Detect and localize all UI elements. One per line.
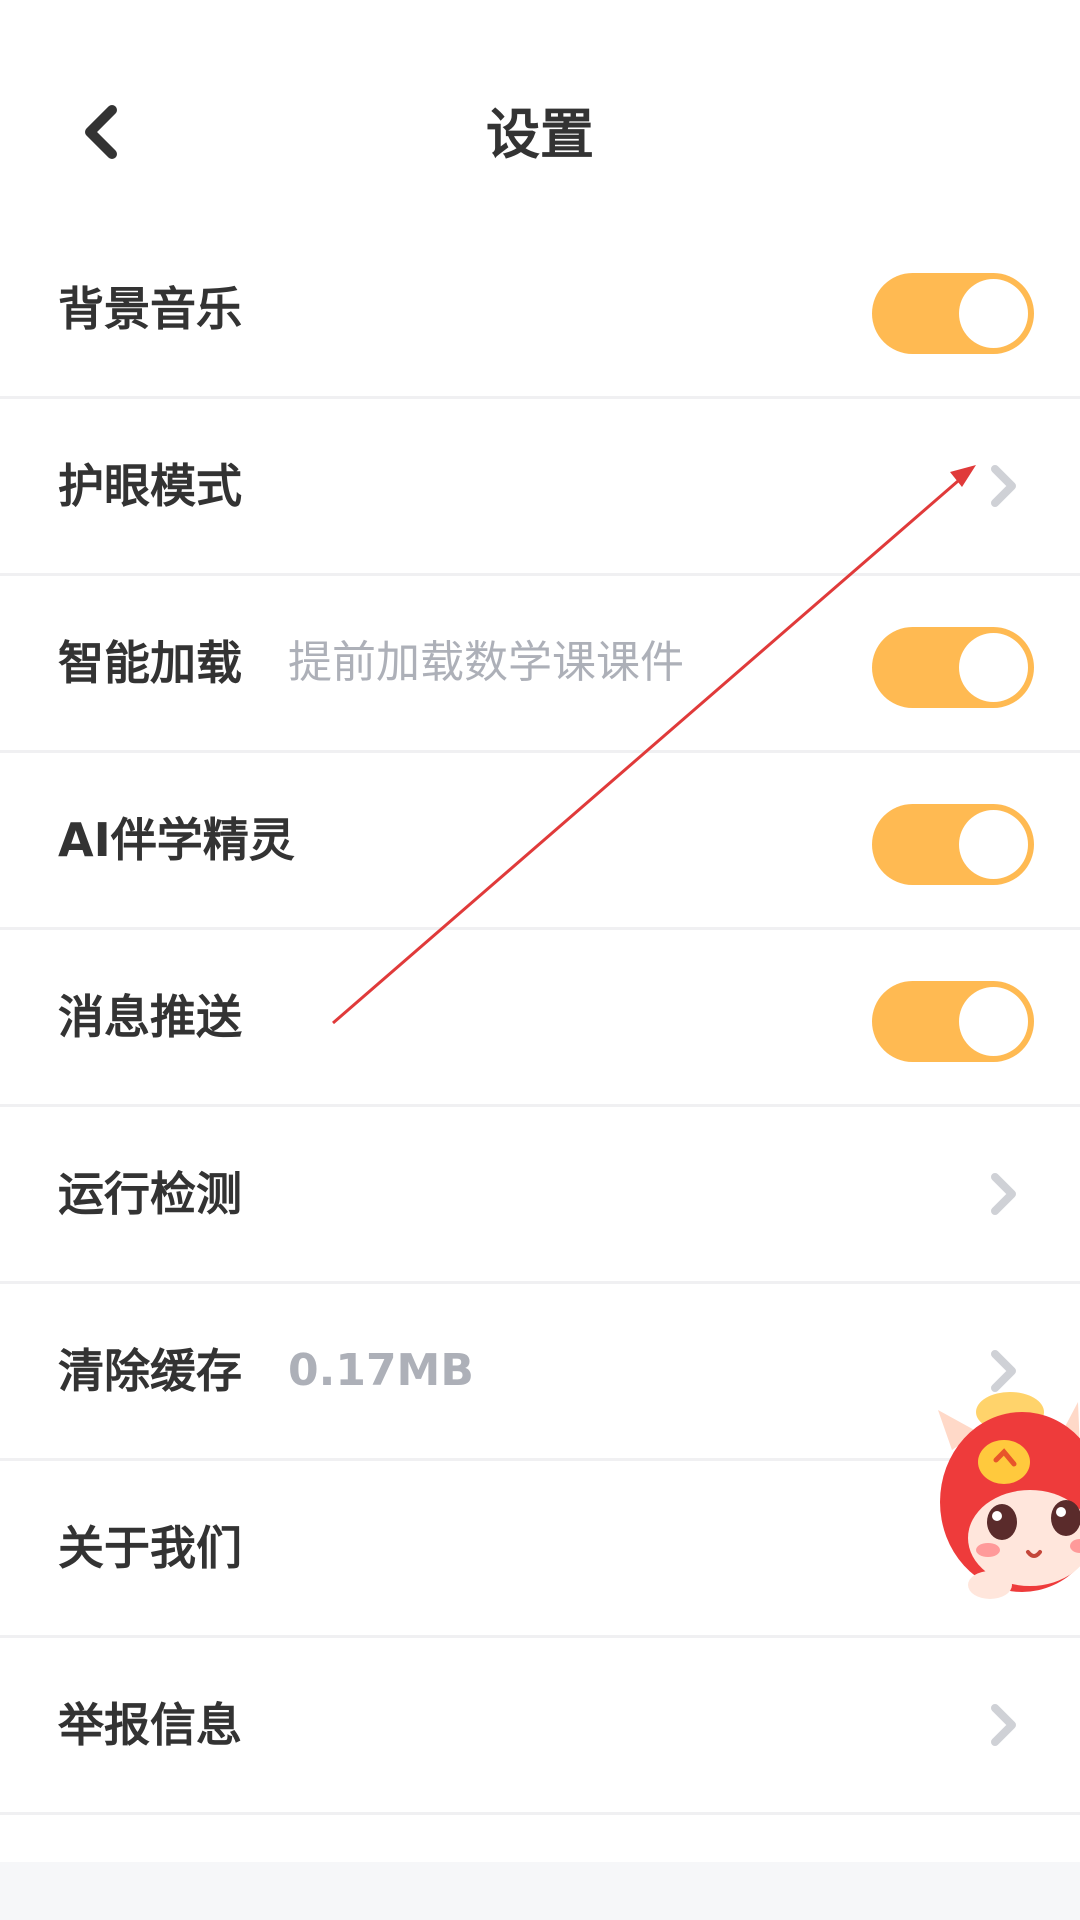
setting-label: 关于我们 (58, 1521, 242, 1575)
page-title: 设置 (486, 103, 594, 166)
background-music-toggle[interactable] (872, 273, 1034, 354)
chevron-right-icon (978, 1169, 1028, 1219)
setting-row-eye-care[interactable]: 护眼模式 (0, 399, 1080, 576)
setting-row-clear-cache[interactable]: 清除缓存 0.17MB (0, 1284, 1080, 1461)
setting-row-run-check[interactable]: 运行检测 (0, 1107, 1080, 1284)
setting-row-ai-companion: AI伴学精灵 (0, 753, 1080, 930)
push-notifications-toggle[interactable] (872, 981, 1034, 1062)
toggle-knob (959, 279, 1028, 348)
toggle-knob (959, 810, 1028, 879)
smart-loading-toggle[interactable] (872, 627, 1034, 708)
setting-row-about-us[interactable]: 关于我们 (0, 1461, 1080, 1638)
setting-label: 背景音乐 (58, 282, 242, 336)
cache-size-value: 0.17MB (288, 1345, 474, 1396)
chevron-right-icon (978, 461, 1028, 511)
header: 设置 (0, 0, 1080, 222)
ai-companion-toggle[interactable] (872, 804, 1034, 885)
setting-row-background-music: 背景音乐 (0, 222, 1080, 399)
chevron-right-icon (978, 1700, 1028, 1750)
toggle-knob (959, 987, 1028, 1056)
setting-row-push-notifications: 消息推送 (0, 930, 1080, 1107)
mascot-floating-button[interactable] (930, 1380, 1080, 1610)
settings-list: 背景音乐 护眼模式 智能加载 提前加载数学课课件 AI伴学精灵 消息推送 运行检… (0, 222, 1080, 1815)
setting-label: 智能加载 (58, 636, 242, 690)
setting-subtitle: 提前加载数学课课件 (288, 637, 684, 688)
footer-background (0, 1862, 1080, 1920)
setting-label: 清除缓存 (58, 1344, 242, 1398)
setting-label: 消息推送 (58, 990, 242, 1044)
setting-label: 运行检测 (58, 1167, 242, 1221)
setting-label: AI伴学精灵 (58, 813, 295, 867)
setting-row-smart-loading: 智能加载 提前加载数学课课件 (0, 576, 1080, 753)
setting-label: 护眼模式 (58, 459, 242, 513)
red-cat-mascot-icon (938, 1392, 1080, 1599)
setting-row-report-info[interactable]: 举报信息 (0, 1638, 1080, 1815)
setting-label: 举报信息 (58, 1698, 242, 1752)
settings-page: 设置 背景音乐 护眼模式 智能加载 提前加载数学课课件 AI伴学精灵 消息推送 (0, 0, 1080, 1920)
toggle-knob (959, 633, 1028, 702)
